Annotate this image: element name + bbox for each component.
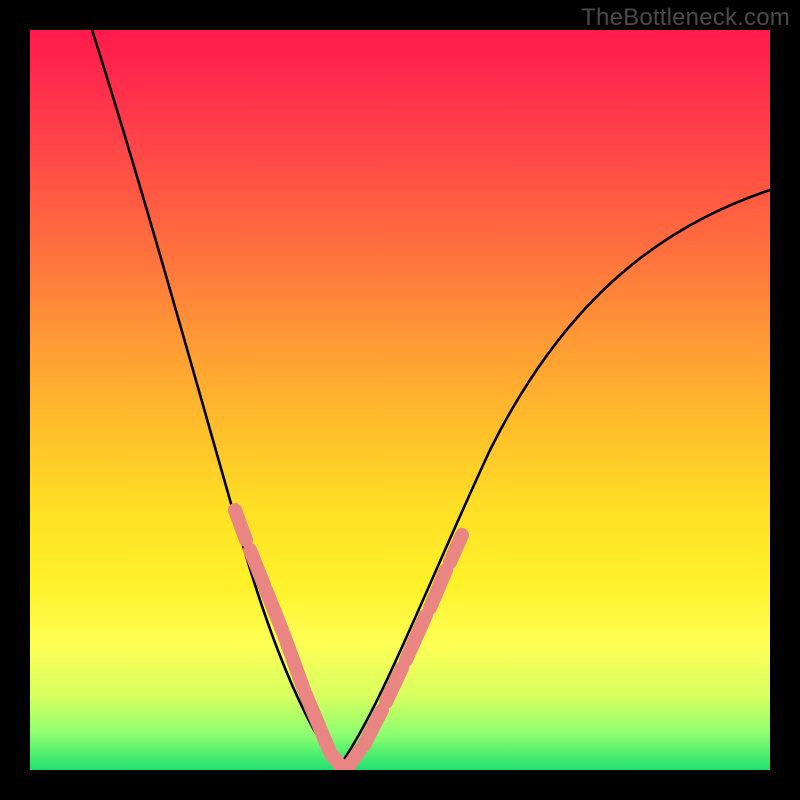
chart-frame: TheBottleneck.com	[0, 0, 800, 800]
curve-left-branch	[92, 30, 338, 768]
plot-area	[30, 30, 770, 770]
chart-svg	[30, 30, 770, 770]
markers-right	[346, 535, 462, 770]
markers-left	[235, 510, 344, 770]
watermark-text: TheBottleneck.com	[581, 4, 790, 32]
